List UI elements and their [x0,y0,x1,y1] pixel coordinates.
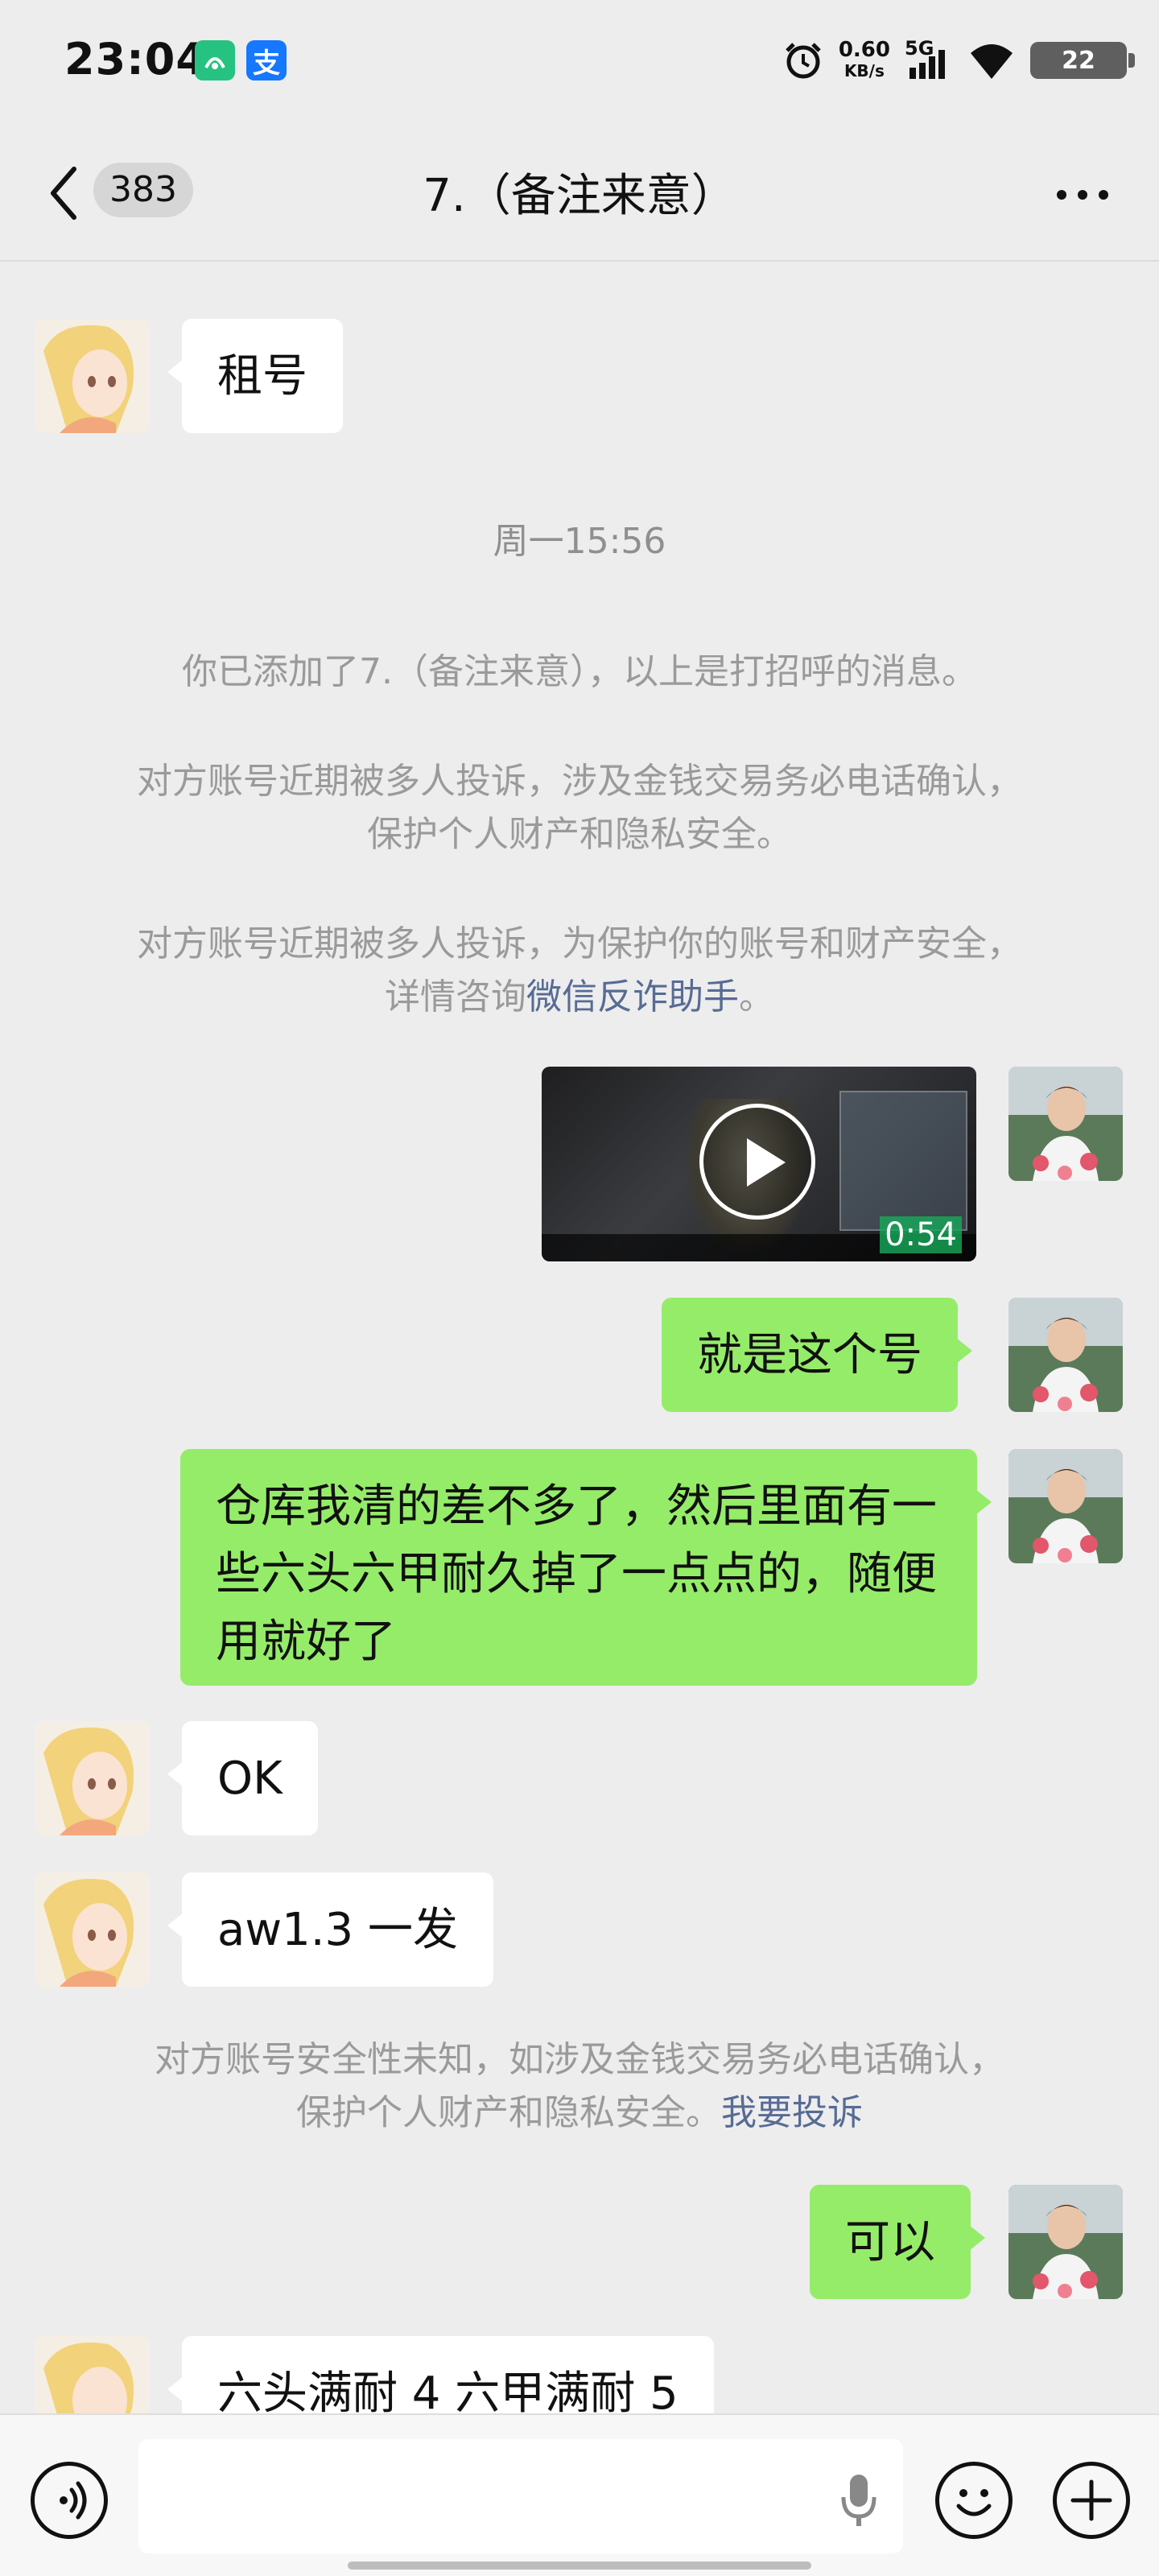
message-bubble[interactable]: OK [167,1721,318,1835]
voice-input-icon[interactable] [31,2462,108,2539]
anti-fraud-assistant-link[interactable]: 微信反诈助手 [526,976,739,1018]
microphone-icon[interactable] [839,2471,879,2528]
notice-line: 对方账号近期被多人投诉，为保护你的账号和财产安全， [137,923,1022,964]
my-avatar[interactable] [1008,1298,1123,1412]
video-thumbnail-panel [839,1091,967,1231]
system-notice-fraud: 对方账号近期被多人投诉，为保护你的账号和财产安全， 详情咨询微信反诈助手。 [80,918,1079,1024]
battery-icon: 22 [1030,42,1135,79]
chat-header: 383 7.（备注来意） [0,121,1159,262]
plus-icon[interactable] [1053,2462,1130,2539]
message-bubble[interactable]: 仓库我清的差不多了，然后里面有一些六头六甲耐久掉了一点点的，随便用就好了 [180,1449,992,1686]
notice-line: 对方账号近期被多人投诉，涉及金钱交易务必电话确认， [137,761,1022,802]
notice-text: 保护个人财产和隐私安全。 [296,2092,721,2133]
alarm-icon [786,43,821,79]
report-link[interactable]: 我要投诉 [721,2092,863,2133]
notice-line: 保护个人财产和隐私安全。我要投诉 [80,2087,1079,2140]
contact-avatar[interactable] [35,1872,150,1987]
status-time: 23:04 [64,34,207,85]
emoji-icon[interactable] [935,2462,1013,2539]
my-avatar[interactable] [1008,1067,1123,1181]
system-notice-complaint: 对方账号近期被多人投诉，涉及金钱交易务必电话确认， 保护个人财产和隐私安全。 [80,755,1079,861]
more-options-icon[interactable] [1050,179,1115,211]
my-avatar[interactable] [1008,1449,1123,1563]
home-indicator[interactable] [348,2562,811,2570]
play-icon[interactable] [699,1104,815,1220]
alipay-icon: 支 [246,40,287,80]
notice-text: 详情咨询 [385,976,526,1018]
status-indicators: 0.60 KB/s 5G 22 [782,32,1135,89]
network-speed: 0.60 KB/s [839,39,890,81]
message-input[interactable] [138,2439,903,2553]
status-bar: 23:04 支 0.60 KB/s 5G 22 [0,0,1159,121]
message-bubble[interactable]: aw1.3 一发 [167,1872,493,1987]
video-message[interactable]: 0:54 [542,1067,976,1261]
message-timestamp: 周一15:56 [493,521,666,562]
my-avatar[interactable] [1008,2185,1123,2299]
signal-icon: 5G [905,39,953,80]
input-bar [0,2413,1159,2576]
chat-title: 7.（备注来意） [423,170,736,222]
message-bubble[interactable]: 可以 [810,2185,985,2299]
system-notice-added: 你已添加了7.（备注来意），以上是打招呼的消息。 [182,651,977,692]
message-bubble[interactable]: 就是这个号 [662,1298,972,1412]
notice-line: 详情咨询微信反诈助手。 [80,971,1079,1024]
system-notice-security: 对方账号安全性未知，如涉及金钱交易务必电话确认， 保护个人财产和隐私安全。我要投… [80,2033,1079,2140]
network-speed-unit: KB/s [843,61,885,80]
wifi-icon [971,44,1013,79]
contact-avatar[interactable] [35,319,150,433]
notice-text: 。 [739,976,774,1018]
notice-line: 对方账号安全性未知，如涉及金钱交易务必电话确认， [155,2039,1004,2080]
network-speed-value: 0.60 [838,38,890,62]
contact-avatar[interactable] [35,1721,150,1835]
app-notification-icon [195,40,235,80]
message-bubble[interactable]: 租号 [167,319,343,433]
notice-line: 保护个人财产和隐私安全。 [367,814,792,855]
video-duration: 0:54 [880,1216,962,1253]
